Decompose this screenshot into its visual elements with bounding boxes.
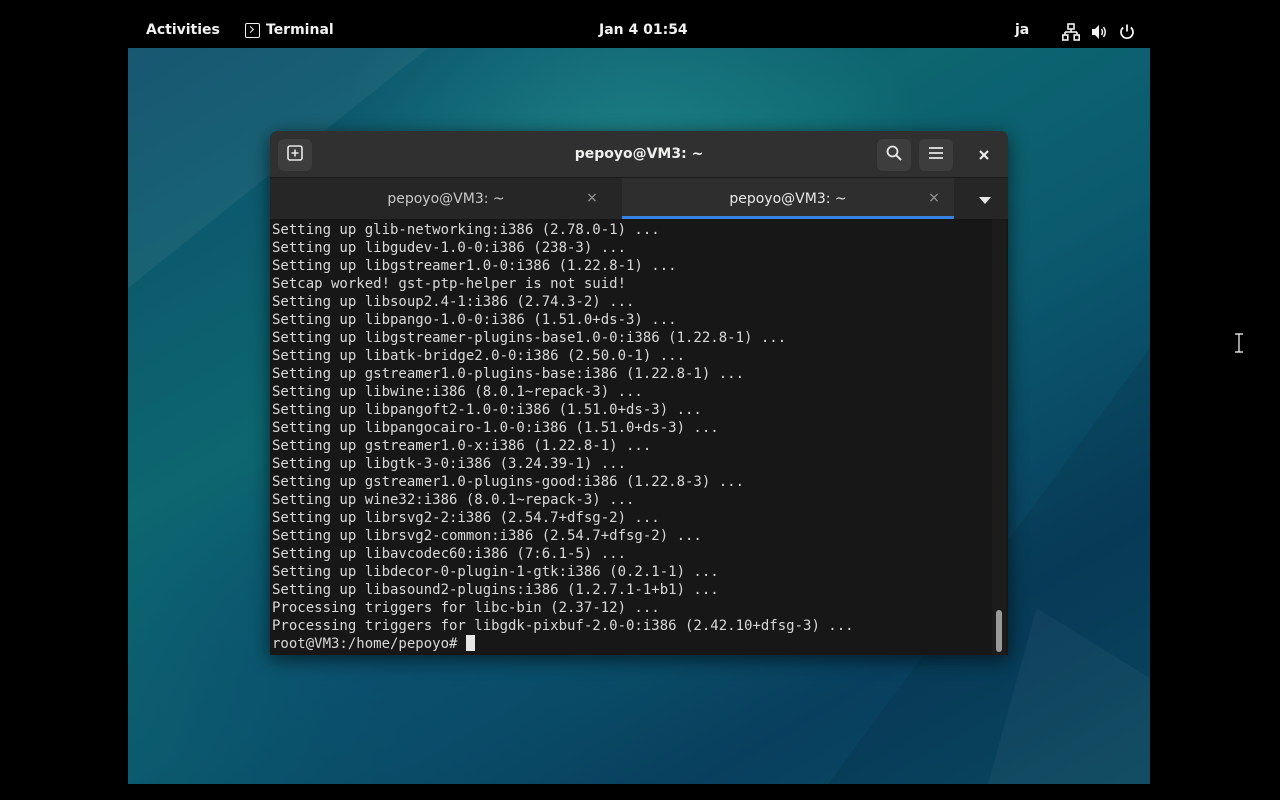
terminal-cursor [465, 635, 475, 651]
terminal-line: Setting up libdecor-0-plugin-1-gtk:i386 … [272, 564, 719, 580]
terminal-line: Setting up libgtk-3-0:i386 (3.24.39-1) .… [272, 456, 627, 472]
text-cursor-icon [1233, 332, 1245, 357]
terminal-line: Setting up libasound2-plugins:i386 (1.2.… [272, 582, 719, 598]
terminal-line: Setting up librsvg2-common:i386 (2.54.7+… [272, 528, 702, 544]
terminal-line: Setting up libgudev-1.0-0:i386 (238-3) .… [272, 240, 627, 256]
volume-icon [1090, 23, 1108, 41]
terminal-line: Setting up gstreamer1.0-plugins-good:i38… [272, 474, 745, 490]
terminal-line: Setting up libpangocairo-1.0-0:i386 (1.5… [272, 420, 719, 436]
terminal-line: Setting up glib-networking:i386 (2.78.0-… [272, 222, 660, 238]
terminal-line: Setting up libpangoft2-1.0-0:i386 (1.51.… [272, 402, 702, 418]
tab-label: pepoyo@VM3: ~ [387, 190, 505, 207]
terminal-line: Setting up libsoup2.4-1:i386 (2.74.3-2) … [272, 294, 635, 310]
terminal-line: Setting up librsvg2-2:i386 (2.54.7+dfsg-… [272, 510, 660, 526]
tab-close-icon[interactable]: × [926, 190, 942, 206]
scrollbar-thumb[interactable] [996, 610, 1002, 652]
clock-button[interactable]: Jan 4 01:54 [599, 22, 688, 38]
activities-button[interactable]: Activities [146, 22, 220, 38]
terminal-line: Setting up libpango-1.0-0:i386 (1.51.0+d… [272, 312, 677, 328]
search-button[interactable] [877, 139, 911, 171]
close-window-button[interactable] [967, 139, 1001, 171]
terminal-line: Processing triggers for libc-bin (2.37-1… [272, 600, 660, 616]
new-tab-icon [287, 145, 303, 165]
tab-list-button[interactable] [970, 190, 1000, 208]
chevron-down-icon [979, 190, 991, 209]
terminal-window: pepoyo@VM3: ~ pepoyo@VM3: ~ × pepoyo@VM3… [270, 131, 1008, 655]
terminal-line: Setting up gstreamer1.0-plugins-base:i38… [272, 366, 745, 382]
terminal-line: Setting up libgstreamer-plugins-base1.0-… [272, 330, 787, 346]
tab-close-icon[interactable]: × [584, 190, 600, 206]
terminal-prompt-line: root@VM3:/home/pepoyo# [272, 635, 992, 653]
terminal-icon [245, 22, 260, 38]
terminal-line: Setting up libgstreamer1.0-0:i386 (1.22.… [272, 258, 677, 274]
tab-bar: pepoyo@VM3: ~ × pepoyo@VM3: ~ × [270, 178, 1008, 219]
tab-label: pepoyo@VM3: ~ [729, 190, 847, 207]
close-icon [978, 146, 990, 165]
terminal-output[interactable]: Setting up glib-networking:i386 (2.78.0-… [270, 219, 1008, 655]
network-icon [1062, 23, 1080, 41]
scrollbar-track[interactable] [992, 219, 1006, 655]
shell-prompt: root@VM3:/home/pepoyo# [272, 636, 466, 652]
terminal-line: Setting up libwine:i386 (8.0.1~repack-3)… [272, 384, 643, 400]
main-menu-button[interactable] [919, 139, 953, 171]
app-menu-label: Terminal [266, 22, 334, 38]
tab-1[interactable]: pepoyo@VM3: ~ × [270, 178, 622, 219]
hamburger-menu-icon [928, 145, 944, 165]
power-icon [1118, 23, 1136, 41]
terminal-line: Setting up wine32:i386 (8.0.1~repack-3) … [272, 492, 635, 508]
terminal-line: Setting up libatk-bridge2.0-0:i386 (2.50… [272, 348, 686, 364]
terminal-text: Setting up glib-networking:i386 (2.78.0-… [272, 221, 992, 653]
app-menu-button[interactable]: Terminal [245, 22, 334, 38]
system-tray[interactable] [1062, 23, 1136, 41]
terminal-line: Setcap worked! gst-ptp-helper is not sui… [272, 276, 627, 292]
terminal-line: Processing triggers for libgdk-pixbuf-2.… [272, 618, 854, 634]
terminal-line: Setting up gstreamer1.0-x:i386 (1.22.8-1… [272, 438, 652, 454]
input-language-indicator[interactable]: ja [1015, 22, 1029, 38]
search-icon [886, 145, 902, 165]
header-bar: pepoyo@VM3: ~ [270, 131, 1008, 178]
terminal-line: Setting up libavcodec60:i386 (7:6.1-5) .… [272, 546, 627, 562]
new-tab-button[interactable] [278, 139, 312, 171]
tab-2[interactable]: pepoyo@VM3: ~ × [622, 178, 954, 219]
